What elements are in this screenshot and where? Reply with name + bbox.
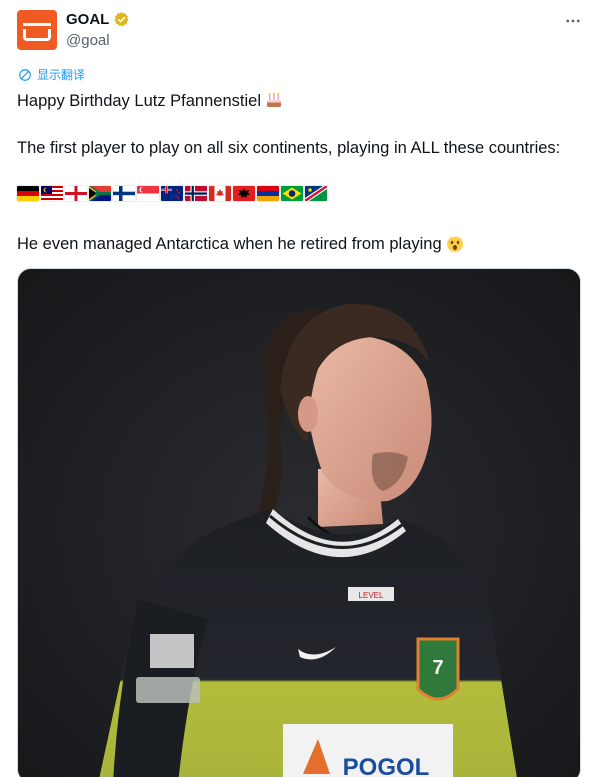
finland-flag-icon bbox=[113, 186, 135, 201]
shirt-sponsor-text: POGOL bbox=[343, 754, 430, 777]
shirt-badge-text: LEVEL bbox=[359, 591, 384, 600]
player-photo[interactable]: LEVEL 7 POGOL bbox=[17, 268, 581, 777]
canada-flag-icon bbox=[209, 186, 231, 201]
birthday-cake-icon bbox=[264, 90, 284, 110]
tweet-line-birthday: Happy Birthday Lutz Pfannenstiel bbox=[17, 90, 589, 112]
flags-row bbox=[17, 186, 327, 201]
namibia-flag-icon bbox=[305, 186, 327, 201]
svg-text:7: 7 bbox=[432, 657, 443, 679]
goal-logo-icon bbox=[23, 23, 51, 26]
brazil-flag-icon bbox=[281, 186, 303, 201]
tweet-line-antarctica: He even managed Antarctica when he retir… bbox=[17, 233, 589, 255]
more-horizontal-icon[interactable] bbox=[562, 10, 584, 32]
handle[interactable]: @goal bbox=[66, 31, 130, 51]
verified-badge-icon bbox=[113, 11, 130, 28]
south-africa-flag-icon bbox=[89, 186, 111, 201]
show-translation-label: 显示翻译 bbox=[37, 68, 86, 82]
norway-flag-icon bbox=[185, 186, 207, 201]
avatar[interactable] bbox=[17, 10, 57, 50]
new-zealand-flag-icon bbox=[161, 186, 183, 201]
tweet-line-continents: The first player to play on all six cont… bbox=[17, 139, 561, 157]
tweet-card: GOAL @goal 显示翻译 Happy Birthday Lutz Pfan… bbox=[0, 0, 607, 777]
translate-globe-icon bbox=[18, 68, 32, 82]
armenia-flag-icon bbox=[257, 186, 279, 201]
albania-flag-icon bbox=[233, 186, 255, 201]
germany-flag-icon bbox=[17, 186, 39, 201]
england-flag-icon bbox=[65, 186, 87, 201]
shocked-face-icon bbox=[445, 233, 465, 253]
display-name[interactable]: GOAL bbox=[66, 10, 109, 29]
author-block: GOAL @goal bbox=[66, 10, 130, 51]
malaysia-flag-icon bbox=[41, 186, 63, 201]
singapore-flag-icon bbox=[137, 186, 159, 201]
show-translation-link[interactable]: 显示翻译 bbox=[18, 66, 85, 83]
